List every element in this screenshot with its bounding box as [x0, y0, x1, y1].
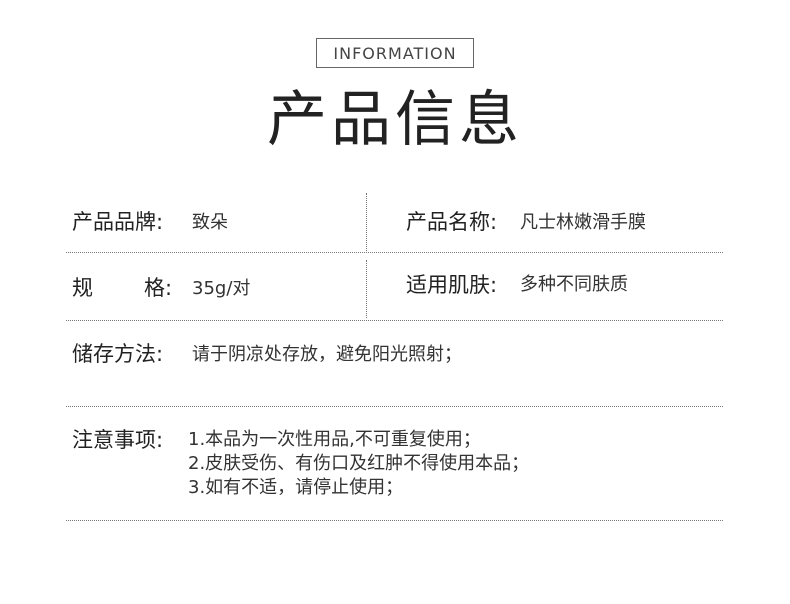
skin-type-label: 适用肌肤: [406, 273, 498, 297]
note-line-1: 1.本品为一次性用品,不可重复使用； [188, 429, 481, 450]
page-title: 产品信息 [267, 85, 523, 155]
brand-value: 致朵 [192, 212, 228, 233]
spec-value: 35g/对 [192, 278, 251, 299]
divider-line [66, 320, 723, 321]
note-line-3: 3.如有不适，请停止使用； [188, 477, 404, 498]
information-badge: INFORMATION [316, 38, 474, 68]
spec-label-part2: 格: [144, 276, 173, 300]
product-name-value: 凡士林嫩滑手膜 [520, 212, 646, 233]
divider-line [66, 252, 723, 253]
spec-label-part1: 规 [72, 276, 93, 300]
notes-label: 注意事项: [72, 428, 164, 452]
skin-type-value: 多种不同肤质 [520, 274, 628, 295]
note-line-2: 2.皮肤受伤、有伤口及红肿不得使用本品； [188, 453, 530, 474]
divider-line [66, 520, 723, 521]
divider-line [66, 406, 723, 407]
product-name-label: 产品名称: [406, 210, 498, 234]
brand-label: 产品品牌: [72, 210, 164, 234]
storage-label: 储存方法: [72, 342, 164, 366]
column-divider [366, 260, 367, 318]
storage-value: 请于阴凉处存放，避免阳光照射； [192, 344, 462, 365]
column-divider [366, 193, 367, 251]
badge-text: INFORMATION [333, 43, 457, 63]
